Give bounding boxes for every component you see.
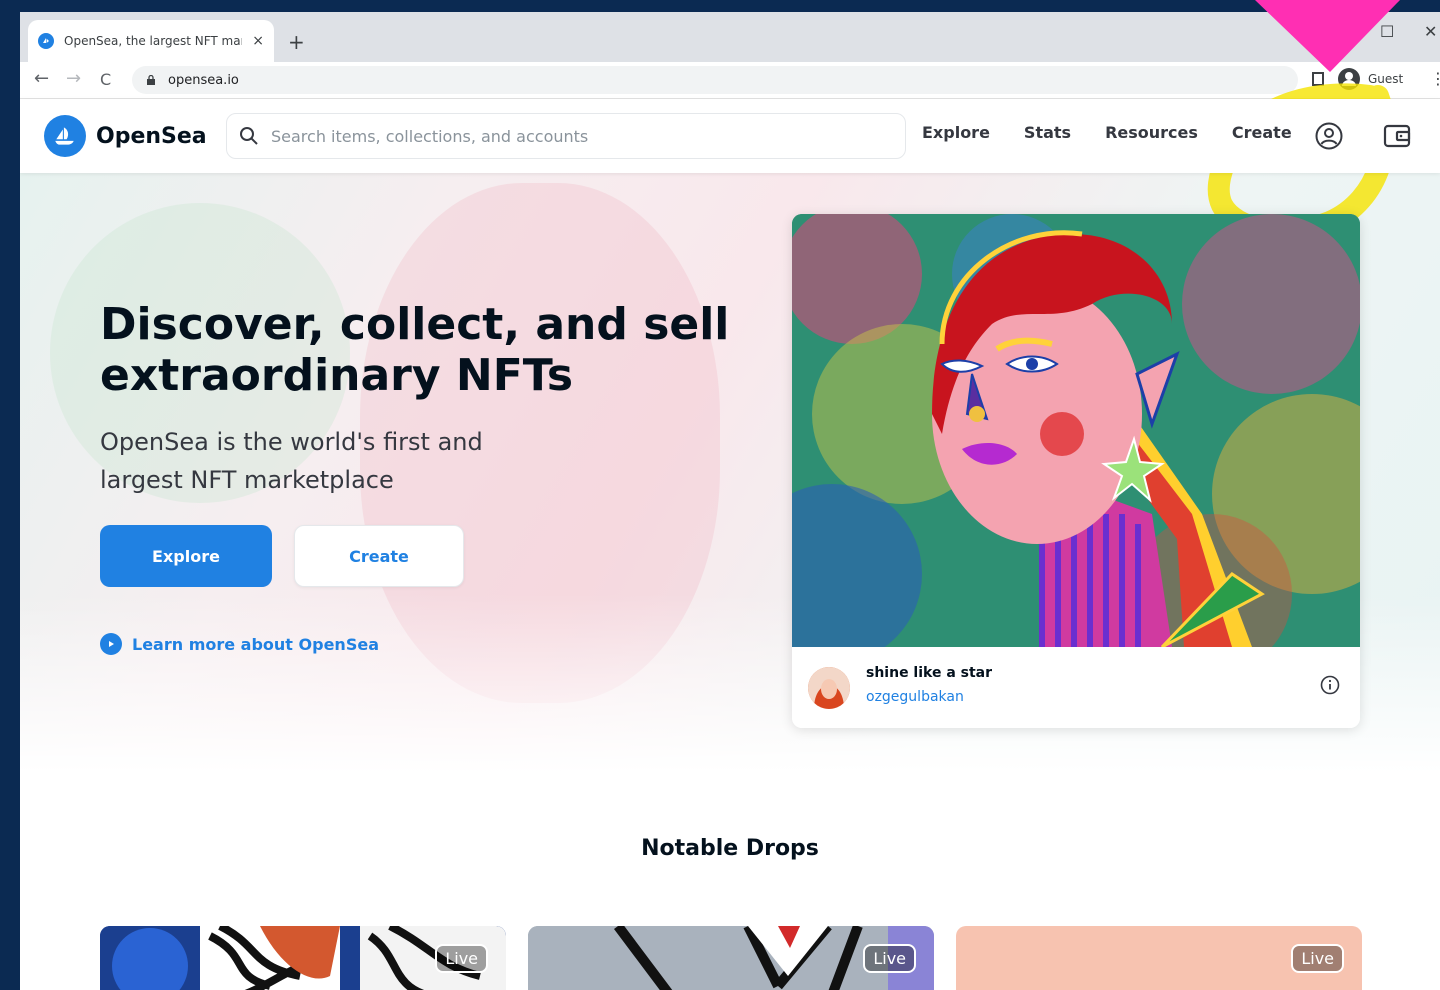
- opensea-favicon-icon: [38, 33, 54, 49]
- search-box[interactable]: [226, 113, 906, 159]
- drop-card[interactable]: Live: [100, 926, 506, 990]
- profile-label: Guest: [1368, 72, 1404, 86]
- forward-icon[interactable]: →: [66, 68, 81, 89]
- featured-caption: shine like a star ozgegulbakan: [792, 647, 1360, 728]
- nav-explore[interactable]: Explore: [922, 123, 990, 142]
- learn-more-label: Learn more about OpenSea: [132, 634, 379, 654]
- brand-logo[interactable]: OpenSea: [44, 115, 207, 157]
- featured-title[interactable]: shine like a star: [866, 665, 992, 681]
- new-tab-button[interactable]: +: [288, 30, 305, 54]
- search-input[interactable]: [269, 125, 893, 147]
- live-badge: Live: [435, 944, 488, 973]
- address-bar[interactable]: opensea.io: [132, 66, 1298, 94]
- nav-stats[interactable]: Stats: [1024, 123, 1071, 142]
- profile-avatar-icon: [1338, 68, 1360, 90]
- profile-button[interactable]: Guest: [1338, 66, 1416, 92]
- lock-icon: [147, 75, 155, 85]
- play-icon: [100, 633, 122, 655]
- notable-drops-title: Notable Drops: [641, 836, 819, 861]
- create-button[interactable]: Create: [294, 525, 464, 587]
- explore-button[interactable]: Explore: [100, 525, 272, 587]
- account-icon[interactable]: [1314, 121, 1344, 151]
- learn-more-link[interactable]: Learn more about OpenSea: [100, 633, 379, 655]
- main-nav: Explore Stats Resources Create: [922, 123, 1326, 142]
- back-icon[interactable]: ←: [34, 68, 49, 89]
- featured-artwork[interactable]: [792, 214, 1360, 647]
- close-window-icon[interactable]: ✕: [1424, 22, 1437, 41]
- brand-name: OpenSea: [96, 123, 207, 149]
- nav-resources[interactable]: Resources: [1105, 123, 1198, 142]
- maximize-icon[interactable]: ☐: [1380, 22, 1394, 41]
- site-header: OpenSea Explore Stats Resources Create: [20, 99, 1440, 173]
- drop-card[interactable]: Live: [528, 926, 934, 990]
- hero-subheadline: OpenSea is the world's first and largest…: [100, 428, 483, 494]
- browser-window: OpenSea, the largest NFT marketplace × +…: [20, 12, 1440, 990]
- tab-strip: OpenSea, the largest NFT marketplace × +…: [20, 12, 1440, 62]
- tab-title: OpenSea, the largest NFT marketplace: [64, 34, 242, 48]
- live-badge: Live: [863, 944, 916, 973]
- featured-nft-card[interactable]: shine like a star ozgegulbakan: [792, 214, 1360, 728]
- wallet-icon[interactable]: [1382, 121, 1412, 151]
- browser-toolbar: ← → C opensea.io Guest ⋮: [20, 62, 1440, 99]
- browser-tab[interactable]: OpenSea, the largest NFT marketplace ×: [28, 20, 274, 62]
- search-icon: [240, 127, 258, 145]
- url-text: opensea.io: [168, 72, 239, 88]
- drop-card[interactable]: Live: [956, 926, 1362, 990]
- hero-headline: Discover, collect, and sell extraordinar…: [100, 299, 730, 401]
- info-icon[interactable]: [1320, 675, 1340, 695]
- live-badge: Live: [1291, 944, 1344, 973]
- featured-author[interactable]: ozgegulbakan: [866, 689, 964, 705]
- nav-create[interactable]: Create: [1232, 123, 1292, 142]
- opensea-logo-icon: [44, 115, 86, 157]
- browser-menu-icon[interactable]: ⋮: [1430, 69, 1440, 88]
- extension-icon[interactable]: [1312, 72, 1324, 86]
- reload-icon[interactable]: C: [100, 70, 111, 89]
- tab-close-icon[interactable]: ×: [252, 33, 264, 49]
- creator-avatar[interactable]: [808, 667, 850, 709]
